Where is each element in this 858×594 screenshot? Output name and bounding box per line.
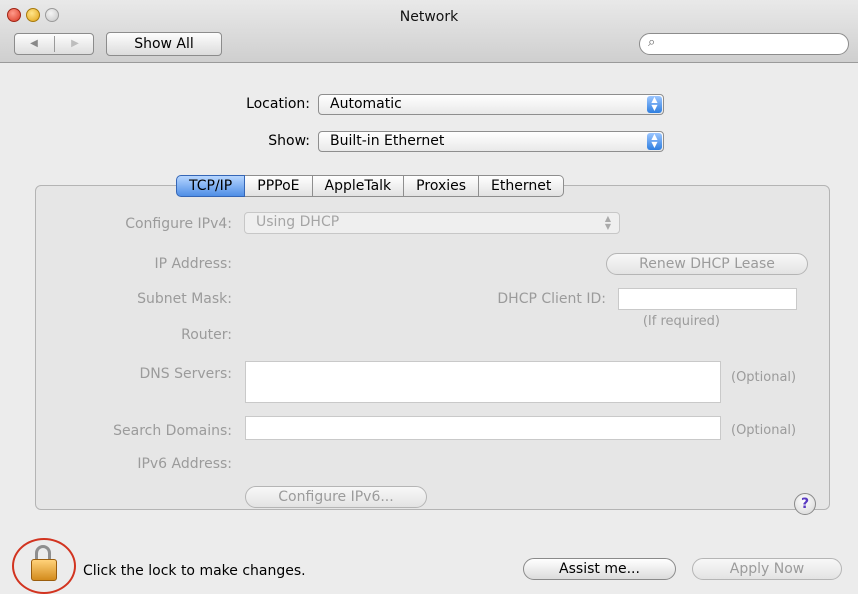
- location-value: Automatic: [330, 96, 402, 112]
- window-title: Network: [399, 9, 459, 25]
- show-popup[interactable]: Built-in Ethernet ▲ ▼: [318, 131, 664, 152]
- location-popup[interactable]: Automatic ▲ ▼: [318, 94, 664, 115]
- apply-now-button[interactable]: Apply Now: [692, 558, 842, 580]
- configure-ipv4-popup[interactable]: Using DHCP ▲ ▼: [244, 212, 620, 234]
- location-label: Location:: [246, 96, 310, 112]
- ip-address-label: IP Address:: [154, 256, 233, 272]
- lock-instruction-text: Click the lock to make changes.: [83, 563, 306, 579]
- tab-proxies[interactable]: Proxies: [404, 175, 480, 197]
- help-icon[interactable]: ?: [794, 493, 816, 515]
- dhcp-client-id-field[interactable]: [618, 288, 797, 310]
- search-domains-label: Search Domains:: [113, 423, 232, 439]
- tab-tcpip[interactable]: TCP/IP: [176, 175, 246, 197]
- if-required-note: (If required): [642, 314, 720, 329]
- lock-icon[interactable]: [31, 559, 57, 581]
- back-forward-control: ◀ ▶: [14, 33, 94, 55]
- ipv6-address-label: IPv6 Address:: [137, 456, 232, 472]
- subnet-mask-label: Subnet Mask:: [137, 291, 232, 307]
- search-optional-note: (Optional): [731, 423, 797, 438]
- tab-ethernet[interactable]: Ethernet: [479, 175, 565, 197]
- dns-servers-label: DNS Servers:: [139, 366, 232, 382]
- popup-arrows-icon: ▲ ▼: [604, 214, 611, 231]
- router-label: Router:: [181, 327, 232, 343]
- dns-optional-note: (Optional): [731, 370, 797, 385]
- nav-separator: [54, 36, 55, 52]
- tab-appletalk[interactable]: AppleTalk: [312, 175, 405, 197]
- configure-ipv6-button[interactable]: Configure IPv6...: [245, 486, 427, 508]
- search-domains-field[interactable]: [245, 416, 721, 440]
- tab-pppoe[interactable]: PPPoE: [245, 175, 313, 197]
- tab-bar: TCP/IP PPPoE AppleTalk Proxies Ethernet: [176, 175, 565, 197]
- assist-me-button[interactable]: Assist me...: [523, 558, 676, 580]
- back-arrow-icon[interactable]: ◀: [15, 36, 53, 52]
- network-preferences-window: Network ◀ ▶ Show All ⌕ Location: Automat…: [0, 0, 858, 594]
- forward-arrow-icon[interactable]: ▶: [56, 36, 94, 52]
- dhcp-client-id-label: DHCP Client ID:: [497, 291, 606, 307]
- titlebar: Network ◀ ▶ Show All ⌕: [0, 0, 858, 63]
- search-field[interactable]: ⌕: [639, 33, 849, 55]
- configure-ipv4-value: Using DHCP: [256, 214, 340, 230]
- renew-dhcp-lease-button[interactable]: Renew DHCP Lease: [606, 253, 808, 275]
- show-value: Built-in Ethernet: [330, 133, 445, 149]
- configure-ipv4-label: Configure IPv4:: [125, 216, 232, 232]
- show-label: Show:: [268, 133, 310, 149]
- popup-arrows-icon: ▲ ▼: [647, 133, 662, 150]
- dns-servers-field[interactable]: [245, 361, 721, 403]
- show-all-button[interactable]: Show All: [106, 32, 222, 56]
- popup-arrows-icon: ▲ ▼: [647, 96, 662, 113]
- search-icon: ⌕: [648, 35, 656, 50]
